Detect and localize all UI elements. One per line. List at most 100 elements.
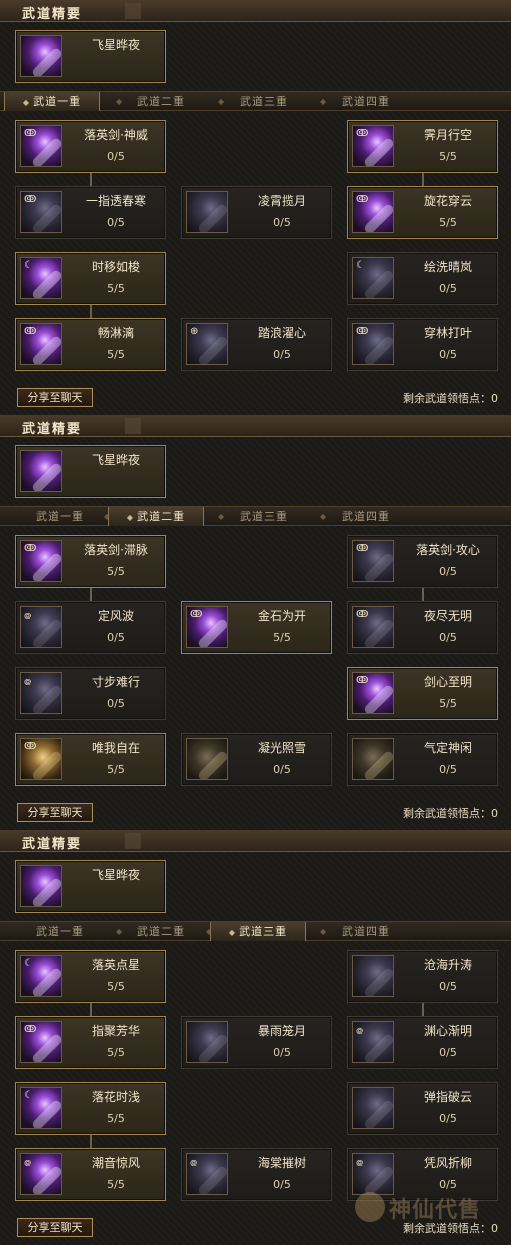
essence-name: 飞星晔夜 <box>91 868 140 882</box>
skill-card[interactable]: 凌霄揽月 0/5 <box>181 186 332 239</box>
finger-skill-icon: ↂ <box>20 191 62 233</box>
watermark-seal-icon <box>355 1192 385 1222</box>
tab-tier-1[interactable]: 武道一重 <box>12 922 108 941</box>
tab-tier-4[interactable]: 武道四重 <box>318 922 414 941</box>
tab-tier-2[interactable]: ◆ 武道二重 <box>108 507 204 526</box>
skill-card[interactable]: ᪤ 渊心渐明 0/5 <box>347 1016 498 1069</box>
tab-tier-2[interactable]: 武道二重 <box>113 92 209 111</box>
skill-connector <box>422 173 424 186</box>
skill-card[interactable]: ↂ 畅淋漓 5/5 <box>15 318 166 371</box>
sea-skill-icon <box>352 955 394 997</box>
tide-skill-icon: ᪤ <box>20 1153 62 1195</box>
remaining-points: 剩余武道领悟点：0 <box>403 392 498 405</box>
skill-panel-2: 武道精要 飞星晔夜 武道一重 ◆ ◆武道二重 ◆ 武道三重 ◆ 武道四重 ↂ 落… <box>0 415 511 830</box>
share-to-chat-button[interactable]: 分享至聊天 <box>17 1218 93 1237</box>
skill-card[interactable]: ☾ 落英点星 5/5 <box>15 950 166 1003</box>
skill-connector <box>90 588 92 601</box>
step-skill-icon: ᪤ <box>20 672 62 714</box>
skill-panel-1: 武道精要 飞星晔夜 ◆ 武道一重 ◆ 武道二重 ◆ 武道三重 ◆ 武道四重 ↂ 落… <box>0 0 511 415</box>
calm-skill-icon <box>352 738 394 780</box>
section-title: 武道精要 <box>22 7 83 22</box>
flying-star-icon <box>20 35 62 77</box>
skill-card[interactable]: 暴雨笼月 0/5 <box>181 1016 332 1069</box>
sword-skill-icon: ↂ <box>352 540 394 582</box>
skill-card[interactable]: 凝光照雪 0/5 <box>181 733 332 786</box>
skill-card[interactable]: 弹指破云 0/5 <box>347 1082 498 1135</box>
skill-card[interactable]: ↂ 一指透春寒 0/5 <box>15 186 166 239</box>
figure-skill-icon: ↂ <box>352 125 394 167</box>
section-header: 武道精要 <box>0 0 511 22</box>
essence-card[interactable]: 飞星晔夜 <box>15 445 166 498</box>
essence-card[interactable]: 飞星晔夜 <box>15 860 166 913</box>
section-title: 武道精要 <box>22 837 83 852</box>
section-header: 武道精要 <box>0 415 511 437</box>
tab-tier-3[interactable]: ◆ 武道三重 <box>210 922 306 941</box>
skill-card[interactable]: ↂ 夜尽无明 0/5 <box>347 601 498 654</box>
abyss-skill-icon: ᪤ <box>352 1021 394 1063</box>
tier-tabs: 武道一重 ◆ ◆武道二重 ◆ 武道三重 ◆ 武道四重 <box>0 506 511 526</box>
tab-tier-1[interactable]: ◆ 武道一重 <box>4 92 100 111</box>
skill-card[interactable]: ᪤ 潮音惊风 5/5 <box>15 1148 166 1201</box>
skill-card[interactable]: ☾ 绘洗晴岚 0/5 <box>347 252 498 305</box>
share-to-chat-button[interactable]: 分享至聊天 <box>17 803 93 822</box>
skill-card[interactable]: ☾ 落花时浅 5/5 <box>15 1082 166 1135</box>
crescent-skill-icon: ☾ <box>20 257 62 299</box>
skill-card[interactable]: ↂ 金石为开 5/5 <box>181 601 332 654</box>
sword-skill-icon: ↂ <box>20 125 62 167</box>
skill-card[interactable]: ᪤ 海棠摧树 0/5 <box>181 1148 332 1201</box>
moon-skill-icon <box>186 191 228 233</box>
skill-card[interactable]: ↂ 落英剑·神威 0/5 <box>15 120 166 173</box>
remaining-points: 剩余武道领悟点：0 <box>403 807 498 820</box>
rain-skill-icon <box>186 1021 228 1063</box>
tab-tier-4[interactable]: 武道四重 <box>318 92 414 111</box>
skill-card[interactable]: ⊕ 踏浪濯心 0/5 <box>181 318 332 371</box>
tab-tier-2[interactable]: 武道二重 <box>113 922 209 941</box>
snow-skill-icon <box>186 738 228 780</box>
skill-card[interactable]: 沧海升涛 0/5 <box>347 950 498 1003</box>
wash-skill-icon: ☾ <box>352 257 394 299</box>
skill-card[interactable]: ᪤ 寸步难行 0/5 <box>15 667 166 720</box>
skill-panel-3: 武道精要 飞星晔夜 武道一重 ◆ 武道二重 ◆ ◆武道三重 ◆ 武道四重 ☾ 落… <box>0 830 511 1245</box>
share-to-chat-button[interactable]: 分享至聊天 <box>17 388 93 407</box>
skill-card[interactable]: ᪤ 定风波 0/5 <box>15 601 166 654</box>
essence-name: 飞星晔夜 <box>91 453 140 467</box>
skill-card[interactable]: ↂ 霁月行空 5/5 <box>347 120 498 173</box>
night-skill-icon: ↂ <box>352 606 394 648</box>
wind-skill-icon: ᪤ <box>20 606 62 648</box>
skill-connector <box>422 1003 424 1016</box>
finger-skill-icon: ↂ <box>20 1021 62 1063</box>
begonia-skill-icon: ᪤ <box>186 1153 228 1195</box>
essence-card[interactable]: 飞星晔夜 <box>15 30 166 83</box>
watermark: 神仙代售 <box>355 1190 505 1230</box>
skill-connector <box>90 305 92 318</box>
tab-tier-4[interactable]: 武道四重 <box>318 507 414 526</box>
skill-connector <box>90 1003 92 1016</box>
willow-skill-icon: ᪤ <box>352 1153 394 1195</box>
tab-tier-3[interactable]: 武道三重 <box>216 507 312 526</box>
skill-connector <box>90 173 92 186</box>
skill-card[interactable]: 气定神闲 0/5 <box>347 733 498 786</box>
skill-card[interactable]: ☾ 时移如梭 5/5 <box>15 252 166 305</box>
tab-tier-1[interactable]: 武道一重 <box>12 507 108 526</box>
tier-tabs: ◆ 武道一重 ◆ 武道二重 ◆ 武道三重 ◆ 武道四重 <box>0 91 511 111</box>
skill-card[interactable]: ↂ 穿林打叶 0/5 <box>347 318 498 371</box>
header-ornament-icon <box>125 833 141 849</box>
header-ornament-icon <box>125 3 141 19</box>
flying-star-icon <box>20 865 62 907</box>
header-ornament-icon <box>125 418 141 434</box>
watermark-text: 神仙代售 <box>389 1198 482 1223</box>
skill-card[interactable]: ↂ 落英剑·滞脉 5/5 <box>15 535 166 588</box>
petal-skill-icon: ☾ <box>20 1087 62 1129</box>
skill-card[interactable]: ↂ 落英剑·攻心 0/5 <box>347 535 498 588</box>
skill-card[interactable]: ↂ 唯我自在 5/5 <box>15 733 166 786</box>
skill-card[interactable]: ↂ 旋花穿云 5/5 <box>347 186 498 239</box>
warrior-skill-icon: ↂ <box>20 738 62 780</box>
tier-tabs: 武道一重 ◆ 武道二重 ◆ ◆武道三重 ◆ 武道四重 <box>0 921 511 941</box>
skill-card[interactable]: ↂ 剑心至明 5/5 <box>347 667 498 720</box>
tab-tier-3[interactable]: 武道三重 <box>216 92 312 111</box>
skill-card[interactable]: ↂ 指聚芳华 5/5 <box>15 1016 166 1069</box>
stone-skill-icon: ↂ <box>186 606 228 648</box>
wave-skill-icon: ⊕ <box>186 323 228 365</box>
sword-heart-icon: ↂ <box>352 672 394 714</box>
essence-name: 飞星晔夜 <box>91 38 140 52</box>
